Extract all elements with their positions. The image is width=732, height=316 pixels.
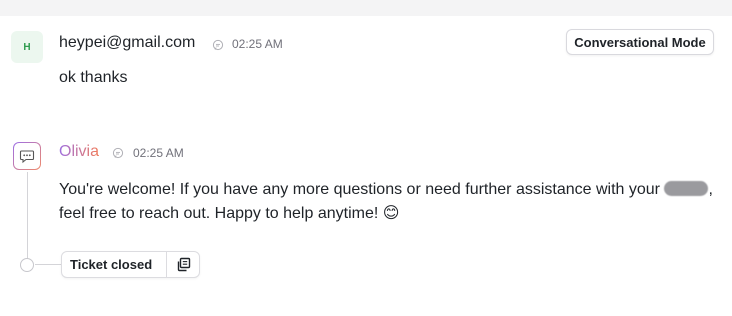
bot-sender-name: Olivia — [59, 143, 100, 160]
customer-avatar: H — [11, 31, 43, 63]
bot-message-time: 02:25 AM — [133, 146, 184, 160]
avatar-initial: H — [23, 41, 31, 53]
bot-message-text: You're welcome! If you have any more que… — [59, 178, 719, 226]
ticket-status-pill: Ticket closed — [61, 251, 200, 278]
chat-bubble-icon — [112, 147, 124, 159]
copy-icon — [177, 257, 190, 272]
customer-message-time: 02:25 AM — [232, 37, 283, 51]
bot-avatar — [13, 142, 41, 170]
thread-connector — [35, 264, 61, 265]
chat-bubble-icon — [212, 39, 224, 51]
customer-message-text: ok thanks — [59, 69, 128, 86]
smile-emoji-icon: 😊 — [382, 205, 400, 222]
bot-message-part1: You're welcome! If you have any more que… — [59, 181, 665, 198]
top-bar — [0, 0, 732, 16]
chat-bubble-icon — [19, 150, 35, 164]
ticket-status-label: Ticket closed — [70, 257, 153, 272]
customer-sender-name: heypei@gmail.com — [59, 34, 196, 51]
redacted-text — [664, 181, 709, 196]
timeline-dot — [20, 258, 34, 272]
copy-button[interactable] — [167, 252, 199, 277]
conversational-mode-button[interactable]: Conversational Mode — [566, 29, 714, 55]
thread-line — [27, 172, 28, 264]
